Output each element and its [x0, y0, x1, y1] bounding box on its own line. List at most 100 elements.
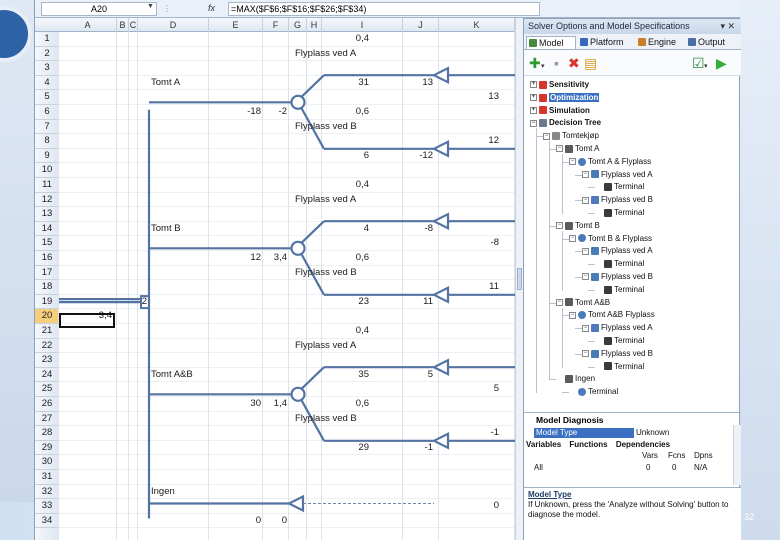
add-dropdown-icon[interactable]: ▾ [541, 59, 545, 75]
cell-val-c2-j[interactable]: -1 [371, 442, 433, 454]
row-header-9[interactable]: 9 [35, 149, 59, 164]
tree-node-ingen[interactable]: Ingen [556, 374, 595, 384]
pane-close-button[interactable]: ▾ ✕ [720, 19, 735, 34]
add-icon[interactable]: ✚ [529, 55, 541, 71]
row-header-11[interactable]: 11 [35, 178, 59, 193]
cell-prob-c2[interactable]: 0,6 [309, 398, 369, 410]
cell-ev-c[interactable]: 1,4 [209, 398, 287, 410]
expand-toggle-icon[interactable]: − [556, 298, 563, 306]
row-header-18[interactable]: 18 [35, 280, 59, 295]
expand-toggle-icon[interactable]: + [530, 106, 537, 114]
row-header-27[interactable]: 27 [35, 412, 59, 427]
tree-node-terminal[interactable]: Terminal [595, 208, 644, 218]
row-header-15[interactable]: 15 [35, 236, 59, 251]
cell-term-b2[interactable]: 11 [439, 281, 499, 293]
row-header-3[interactable]: 3 [35, 61, 59, 76]
expand-toggle-icon[interactable]: − [543, 132, 550, 140]
tree-node-terminal[interactable]: Terminal [569, 387, 618, 397]
column-header-i[interactable]: I [322, 18, 403, 32]
expand-toggle-icon[interactable]: − [530, 119, 537, 127]
expand-toggle-icon[interactable]: − [582, 273, 589, 281]
row-header-7[interactable]: 7 [35, 120, 59, 135]
row-header-6[interactable]: 6 [35, 105, 59, 120]
cell-node-a[interactable]: Tomt A [151, 77, 180, 89]
tree-node-tomt-a[interactable]: − Tomt A [556, 144, 599, 154]
expand-toggle-icon[interactable]: + [530, 94, 537, 102]
row-header-23[interactable]: 23 [35, 353, 59, 368]
column-header-c[interactable]: C [129, 18, 138, 32]
cell-val-a2-i[interactable]: 6 [309, 150, 369, 162]
cell-prob-c1[interactable]: 0,4 [309, 325, 369, 337]
row-header-4[interactable]: 4 [35, 76, 59, 91]
cell-term-c1[interactable]: 5 [439, 383, 499, 395]
analyze-dropdown-icon[interactable]: ▾ [704, 59, 708, 75]
row-header-34[interactable]: 34 [35, 514, 59, 529]
expand-toggle-icon[interactable]: − [582, 350, 589, 358]
cell-prob-a1[interactable]: 0,4 [309, 33, 369, 45]
expand-toggle-icon[interactable]: − [582, 196, 589, 204]
tree-node-tomt-b-flyplass[interactable]: − Tomt B & Flyplass [569, 234, 652, 244]
column-header-g[interactable]: G [289, 18, 307, 32]
tab-platform[interactable]: Platform [578, 36, 632, 49]
tree-node-terminal[interactable]: Terminal [595, 182, 644, 192]
cell-ev-none[interactable]: 0 [209, 515, 287, 527]
cell-prob-b2[interactable]: 0,6 [309, 252, 369, 264]
tree-node-sensitivity[interactable]: + Sensitivity [530, 80, 589, 90]
cell-val-b1-i[interactable]: 4 [309, 223, 369, 235]
expand-toggle-icon[interactable]: − [569, 234, 576, 242]
cell-node-none[interactable]: Ingen [151, 486, 175, 498]
row-header-30[interactable]: 30 [35, 455, 59, 470]
column-header-j[interactable]: J [403, 18, 439, 32]
tree-node-tomtekj-p[interactable]: − Tomtekjøp [543, 131, 599, 141]
row-header-20[interactable]: 20 [35, 309, 59, 324]
cell-node-c[interactable]: Tomt A&B [151, 369, 193, 381]
cell-branch-c2[interactable]: Flyplass ved B [295, 413, 357, 425]
name-box[interactable]: A20 [41, 2, 157, 16]
expand-toggle-icon[interactable]: − [582, 324, 589, 332]
cell-val-b2-i[interactable]: 23 [309, 296, 369, 308]
row-header-32[interactable]: 32 [35, 485, 59, 500]
column-header-a[interactable]: A [59, 18, 117, 32]
column-header-b[interactable]: B [117, 18, 129, 32]
column-header-e[interactable]: E [209, 18, 263, 32]
tree-node-simulation[interactable]: + Simulation [530, 106, 590, 116]
cell-branch-a1[interactable]: Flyplass ved A [295, 48, 356, 60]
cell-val-c1-i[interactable]: 35 [309, 369, 369, 381]
cell-branch-b2[interactable]: Flyplass ved B [295, 267, 357, 279]
cell-branch-b1[interactable]: Flyplass ved A [295, 194, 356, 206]
cell-val-b2-j[interactable]: 11 [371, 296, 433, 308]
tree-node-tomt-b[interactable]: − Tomt B [556, 221, 600, 231]
row-header-22[interactable]: 22 [35, 339, 59, 354]
diag-tab-dependencies[interactable]: Dependencies [616, 440, 670, 449]
tree-node-flyplass-ved-a[interactable]: − Flyplass ved A [582, 246, 653, 256]
cell-val-c1-j[interactable]: 5 [371, 369, 433, 381]
fx-button[interactable]: fx [208, 3, 215, 13]
tab-model[interactable]: Model [526, 36, 576, 49]
tree-node-flyplass-ved-b[interactable]: − Flyplass ved B [582, 272, 653, 282]
cell-term-a1[interactable]: 13 [439, 91, 499, 103]
tree-node-tomt-a-b[interactable]: − Tomt A&B [556, 298, 610, 308]
tree-node-terminal[interactable]: Terminal [595, 259, 644, 269]
cell-val-a2-j[interactable]: -12 [371, 150, 433, 162]
tab-output[interactable]: Output [686, 36, 738, 49]
cell-term-a2[interactable]: 12 [439, 135, 499, 147]
row-header-26[interactable]: 26 [35, 397, 59, 412]
column-header-h[interactable]: H [307, 18, 322, 32]
tree-node-decision-tree[interactable]: − Decision Tree [530, 118, 601, 128]
expand-toggle-icon[interactable]: + [530, 81, 537, 89]
expand-toggle-icon[interactable]: − [556, 222, 563, 230]
column-header-f[interactable]: F [263, 18, 289, 32]
row-header-33[interactable]: 33 [35, 499, 59, 514]
remove-icon[interactable]: ▪ [554, 55, 559, 71]
analyze-icon[interactable]: ☑ [692, 55, 705, 71]
cell-ev-a[interactable]: -2 [209, 106, 287, 118]
expand-toggle-icon[interactable]: − [556, 145, 563, 153]
row-header-12[interactable]: 12 [35, 193, 59, 208]
cell-branch-c1[interactable]: Flyplass ved A [295, 340, 356, 352]
help-title[interactable]: Model Type [528, 490, 571, 499]
cell-decision[interactable]: 2 [139, 296, 147, 308]
name-box-dropdown-icon[interactable]: ▼ [147, 3, 154, 10]
tree-node-terminal[interactable]: Terminal [595, 285, 644, 295]
tree-node-tomt-a-flyplass[interactable]: − Tomt A & Flyplass [569, 157, 651, 167]
expand-toggle-icon[interactable]: − [569, 311, 576, 319]
